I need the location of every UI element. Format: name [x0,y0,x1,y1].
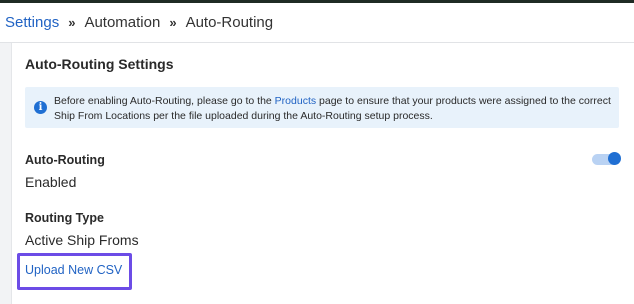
upload-new-csv-link[interactable]: Upload New CSV [25,263,122,277]
auto-routing-value: Enabled [25,174,77,190]
panel-title: Auto-Routing Settings [25,56,174,72]
info-icon: i [34,101,47,114]
breadcrumb-separator: » [68,15,76,30]
auto-routing-toggle[interactable] [592,152,621,165]
breadcrumb: Settings » Automation » Auto-Routing [0,3,634,43]
auto-routing-label: Auto-Routing [25,153,105,167]
toggle-knob [608,152,621,165]
breadcrumb-automation: Automation [84,14,161,31]
breadcrumb-settings-link[interactable]: Settings [5,14,59,31]
info-banner: i Before enabling Auto-Routing, please g… [25,87,619,128]
info-text: Before enabling Auto-Routing, please go … [54,94,614,124]
info-text-before: Before enabling Auto-Routing, please go … [54,95,275,107]
routing-type-value: Active Ship Froms [25,232,139,248]
routing-type-label: Routing Type [25,211,104,225]
breadcrumb-separator: » [169,15,177,30]
settings-panel: Auto-Routing Settings i Before enabling … [11,43,634,304]
products-link[interactable]: Products [275,95,316,107]
breadcrumb-current-page: Auto-Routing [185,14,274,31]
